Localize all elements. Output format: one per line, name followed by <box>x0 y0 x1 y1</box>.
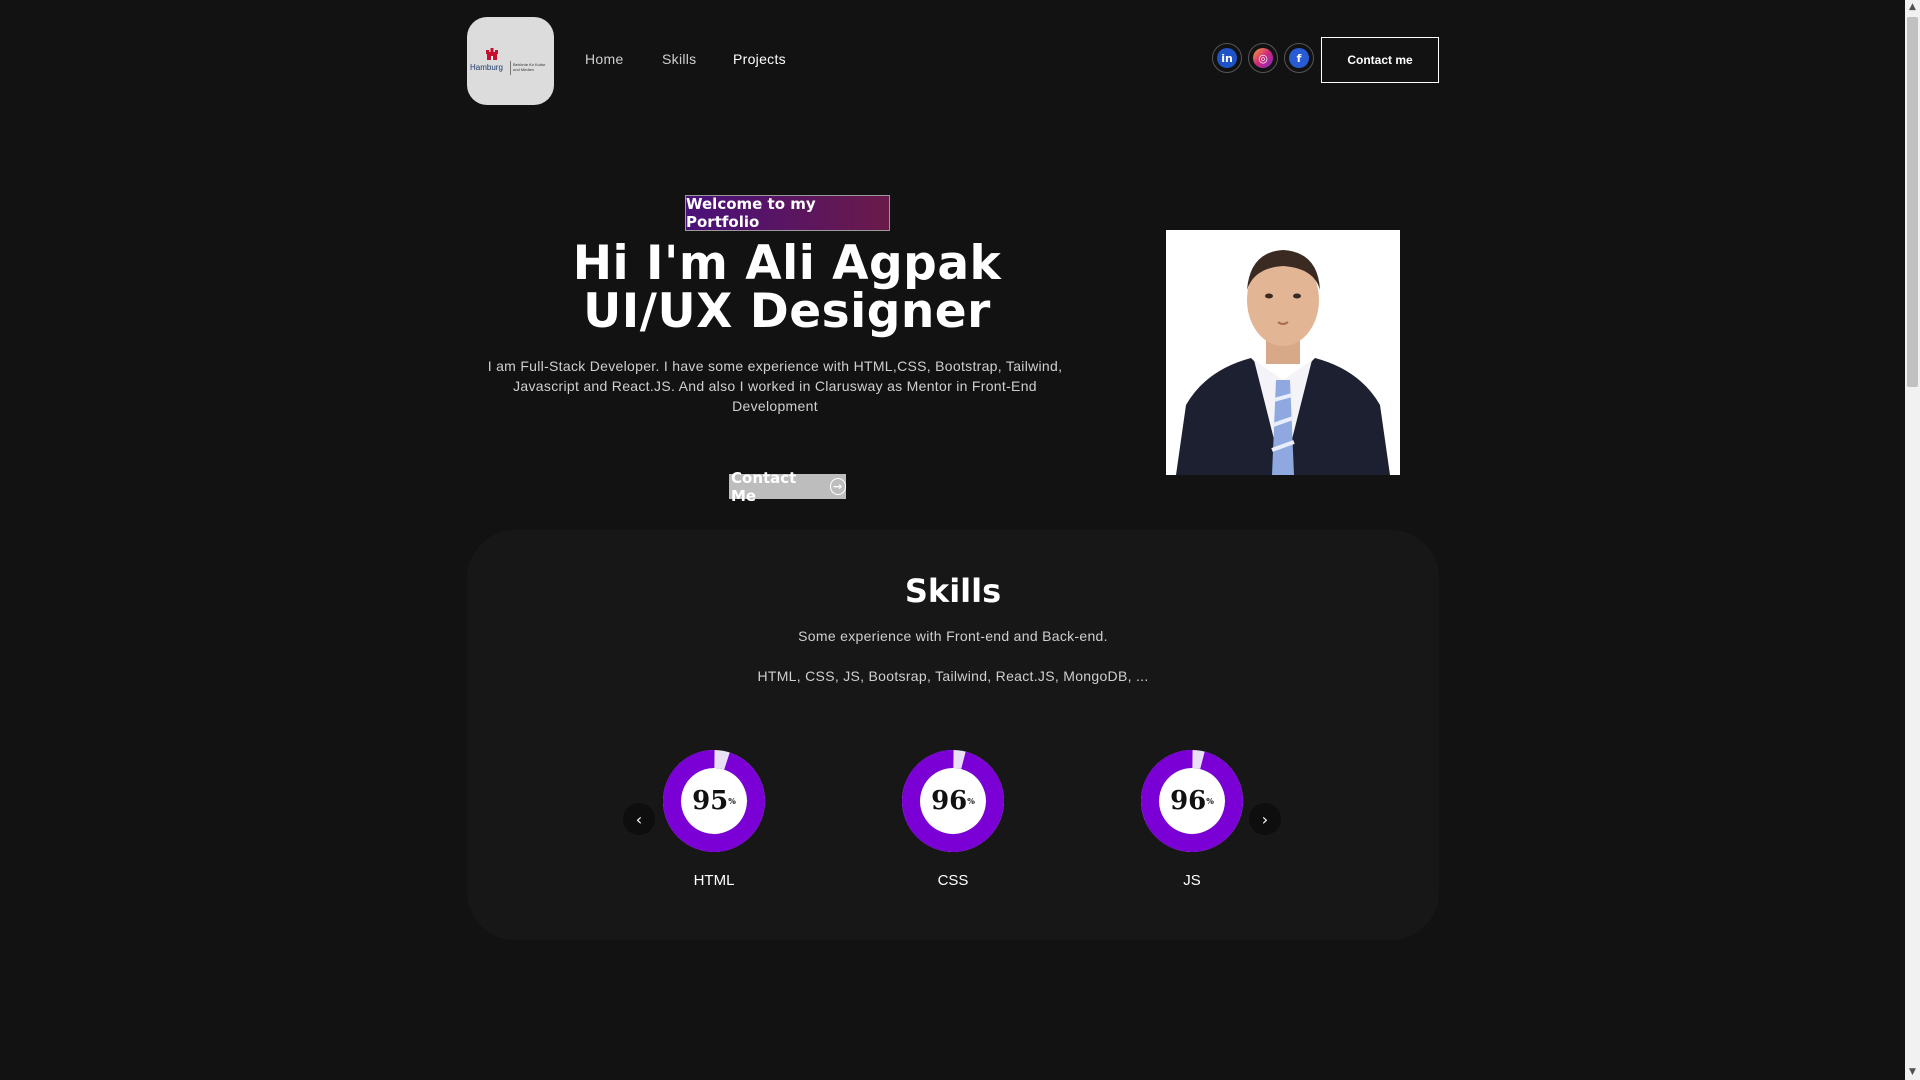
chevron-right-icon: › <box>1261 809 1269 829</box>
scrollbar-thumb[interactable] <box>1907 17 1918 387</box>
hamburg-castle-icon <box>486 48 498 60</box>
hero-contact-button[interactable]: Contact Me → <box>729 469 846 505</box>
nav-skills[interactable]: Skills <box>662 51 696 67</box>
nav-home[interactable]: Home <box>585 51 624 67</box>
skills-section: Skills Some experience with Front-end an… <box>467 530 1439 940</box>
linkedin-link[interactable]: in <box>1212 43 1242 73</box>
skill-ring-js: 96% <box>1141 750 1243 852</box>
linkedin-icon: in <box>1217 48 1237 68</box>
hero-description: I am Full-Stack Developer. I have some e… <box>487 358 1063 414</box>
logo-brand-text: Hamburg <box>470 63 503 72</box>
facebook-link[interactable]: f <box>1284 43 1314 73</box>
skill-ring-css: 96% <box>902 750 1004 852</box>
logo-divider <box>510 61 511 75</box>
hero-title-line2: UI/UX Designer <box>583 284 991 339</box>
percent-sign: % <box>728 796 736 806</box>
instagram-link[interactable]: ◎ <box>1248 43 1278 73</box>
hero-contact-label: Contact Me <box>731 468 797 505</box>
welcome-badge: Welcome to my Portfolio <box>685 195 890 231</box>
facebook-icon: f <box>1289 48 1309 68</box>
carousel-next-button[interactable]: › <box>1249 803 1281 835</box>
hero-title-line1: Hi I'm Ali Agpak <box>572 236 1002 291</box>
skill-percent: 95% <box>663 750 765 852</box>
scroll-up-icon[interactable]: ▲ <box>1905 0 1920 15</box>
chevron-left-icon: ‹ <box>635 809 643 829</box>
skill-percent: 96% <box>1141 750 1243 852</box>
site-logo[interactable]: Hamburg Behörde für Kultur und Medien <box>467 17 554 105</box>
percent-sign: % <box>967 796 975 806</box>
profile-photo <box>1166 230 1400 475</box>
instagram-icon: ◎ <box>1253 48 1273 68</box>
skill-label-html: HTML <box>693 872 735 889</box>
page: Hamburg Behörde für Kultur und Medien Ho… <box>0 0 1905 1080</box>
skills-title: Skills <box>904 572 1002 610</box>
skill-label-css: CSS <box>937 872 969 889</box>
skill-percent-value: 95 <box>692 786 729 816</box>
logo-subtitle: Behörde für Kultur und Medien <box>513 62 546 72</box>
skill-percent-value: 96 <box>931 786 968 816</box>
hero-title: Hi I'm Ali Agpak UI/UX Designer <box>470 240 1104 336</box>
skill-percent-value: 96 <box>1170 786 1207 816</box>
skills-list: HTML, CSS, JS, Bootsrap, Tailwind, React… <box>757 668 1149 684</box>
carousel-prev-button[interactable]: ‹ <box>623 803 655 835</box>
skill-percent: 96% <box>902 750 1004 852</box>
arrow-circle-right-icon: → <box>829 478 846 495</box>
percent-sign: % <box>1206 796 1214 806</box>
skill-label-js: JS <box>1183 872 1201 889</box>
skills-subtitle: Some experience with Front-end and Back-… <box>798 628 1108 644</box>
nav-projects[interactable]: Projects <box>733 51 786 67</box>
scroll-down-icon[interactable]: ▼ <box>1905 1065 1920 1080</box>
skill-ring-html: 95% <box>663 750 765 852</box>
page-scrollbar[interactable]: ▲ ▼ <box>1905 0 1920 1080</box>
contact-me-button[interactable]: Contact me <box>1321 37 1439 83</box>
